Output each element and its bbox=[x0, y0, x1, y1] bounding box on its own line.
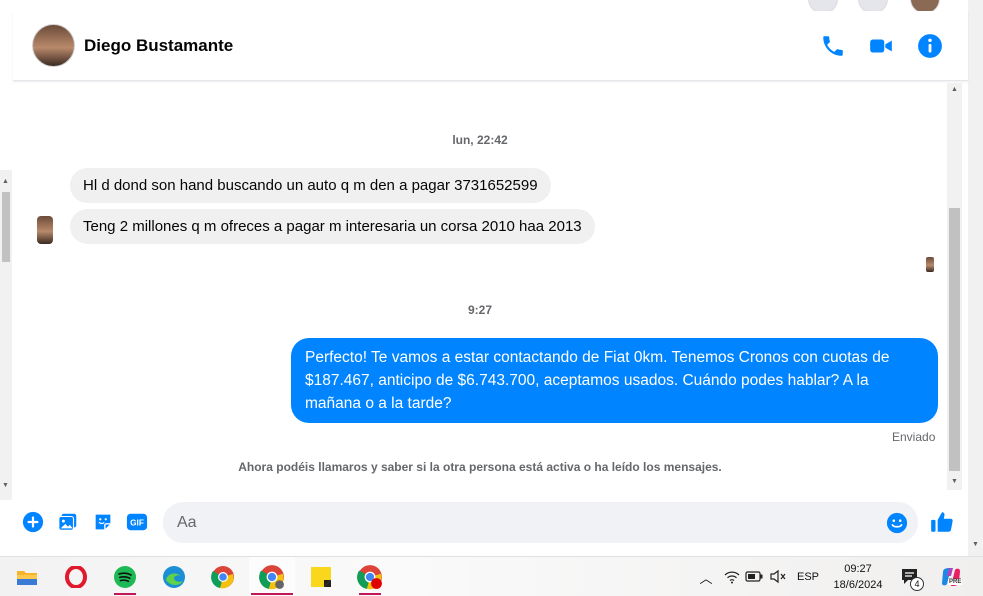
chat-scrollbar[interactable]: ▲ ▼ bbox=[947, 83, 962, 490]
screen: ▲ ▼ ▼ Diego Bustamante ▲ ▼ lun, 22:42 Hl… bbox=[0, 0, 983, 596]
scroll-down-icon[interactable]: ▼ bbox=[972, 541, 979, 548]
sent-status: Enviado bbox=[892, 430, 936, 444]
clock[interactable]: 09:27 18/6/2024 bbox=[822, 561, 894, 593]
scroll-down-icon[interactable]: ▼ bbox=[2, 482, 9, 489]
system-tray: ︿ bbox=[698, 557, 714, 596]
copilot-badge: PRE bbox=[948, 579, 963, 585]
message-bubble-incoming[interactable]: Hl d dond son hand buscando un auto q m … bbox=[70, 168, 551, 203]
browser-top-strip bbox=[0, 0, 983, 14]
taskbar-indicator bbox=[114, 593, 136, 595]
info-notice: Ahora podéis llamaros y saber si la otra… bbox=[238, 460, 722, 474]
contact-avatar[interactable] bbox=[32, 24, 75, 67]
volume-muted-icon[interactable] bbox=[769, 569, 787, 584]
wifi-icon[interactable] bbox=[724, 570, 740, 584]
sticky-notes-icon[interactable] bbox=[298, 557, 344, 596]
chrome-profile-icon[interactable] bbox=[249, 557, 295, 596]
message-bubble-incoming[interactable]: Teng 2 millones q m ofreces a pagar m in… bbox=[70, 209, 595, 244]
scroll-thumb[interactable] bbox=[949, 208, 960, 471]
page-scrollbar[interactable]: ▲ ▼ bbox=[0, 170, 12, 500]
scroll-down-icon[interactable]: ▼ bbox=[951, 478, 958, 485]
emoji-icon[interactable] bbox=[886, 512, 908, 534]
message-bubble-outgoing[interactable]: Perfecto! Te vamos a estar contactando d… bbox=[291, 338, 938, 423]
edge-icon[interactable] bbox=[151, 557, 197, 596]
timestamp: lun, 22:42 bbox=[452, 133, 508, 147]
copilot-icon[interactable]: PRE bbox=[940, 566, 963, 588]
taskbar-indicator bbox=[359, 593, 381, 595]
opera-icon[interactable] bbox=[53, 557, 99, 596]
phone-icon[interactable] bbox=[820, 33, 846, 59]
thumbs-up-icon[interactable] bbox=[929, 509, 955, 535]
battery-icon[interactable] bbox=[745, 570, 763, 583]
scroll-up-icon[interactable]: ▲ bbox=[2, 178, 9, 185]
scroll-up-icon[interactable]: ▲ bbox=[951, 86, 958, 93]
chat-window: Diego Bustamante ▲ ▼ lun, 22:42 Hl d don… bbox=[13, 11, 968, 556]
message-input[interactable] bbox=[163, 502, 918, 543]
window-scrollbar[interactable]: ▼ bbox=[968, 0, 983, 556]
gif-label: GIF bbox=[130, 519, 144, 528]
taskbar: ︿ ESP 09:27 18/6/2024 4 PRE bbox=[0, 556, 983, 596]
sender-avatar[interactable] bbox=[37, 216, 53, 244]
chrome-notification-icon[interactable] bbox=[347, 557, 393, 596]
taskbar-indicator bbox=[251, 593, 293, 595]
composer: GIF bbox=[13, 501, 968, 544]
plus-icon[interactable] bbox=[22, 511, 44, 533]
gif-icon[interactable]: GIF bbox=[126, 511, 148, 533]
language-indicator[interactable]: ESP bbox=[797, 557, 819, 596]
contact-name[interactable]: Diego Bustamante bbox=[84, 36, 233, 56]
seen-avatar bbox=[926, 257, 934, 272]
timestamp: 9:27 bbox=[467, 303, 493, 317]
clock-date: 18/6/2024 bbox=[833, 579, 883, 591]
chrome-icon[interactable] bbox=[200, 557, 246, 596]
file-explorer-icon[interactable] bbox=[4, 557, 50, 596]
video-camera-icon[interactable] bbox=[868, 33, 894, 59]
notification-count-badge: 4 bbox=[910, 577, 924, 591]
photo-icon[interactable] bbox=[57, 511, 79, 533]
clock-time: 09:27 bbox=[844, 563, 872, 575]
info-icon[interactable] bbox=[917, 33, 943, 59]
chevron-up-icon[interactable]: ︿ bbox=[698, 568, 714, 587]
scroll-thumb[interactable] bbox=[2, 192, 10, 262]
spotify-icon[interactable] bbox=[102, 557, 148, 596]
sticker-icon[interactable] bbox=[92, 511, 114, 533]
chat-header: Diego Bustamante bbox=[13, 11, 968, 81]
